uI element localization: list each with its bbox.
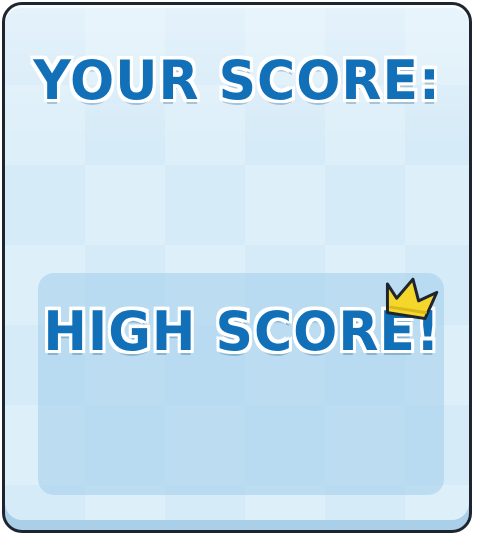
your-score-title: YOUR SCORE: bbox=[33, 49, 441, 113]
score-panel: YOUR SCORE: HIGH SCORE! bbox=[2, 2, 472, 533]
